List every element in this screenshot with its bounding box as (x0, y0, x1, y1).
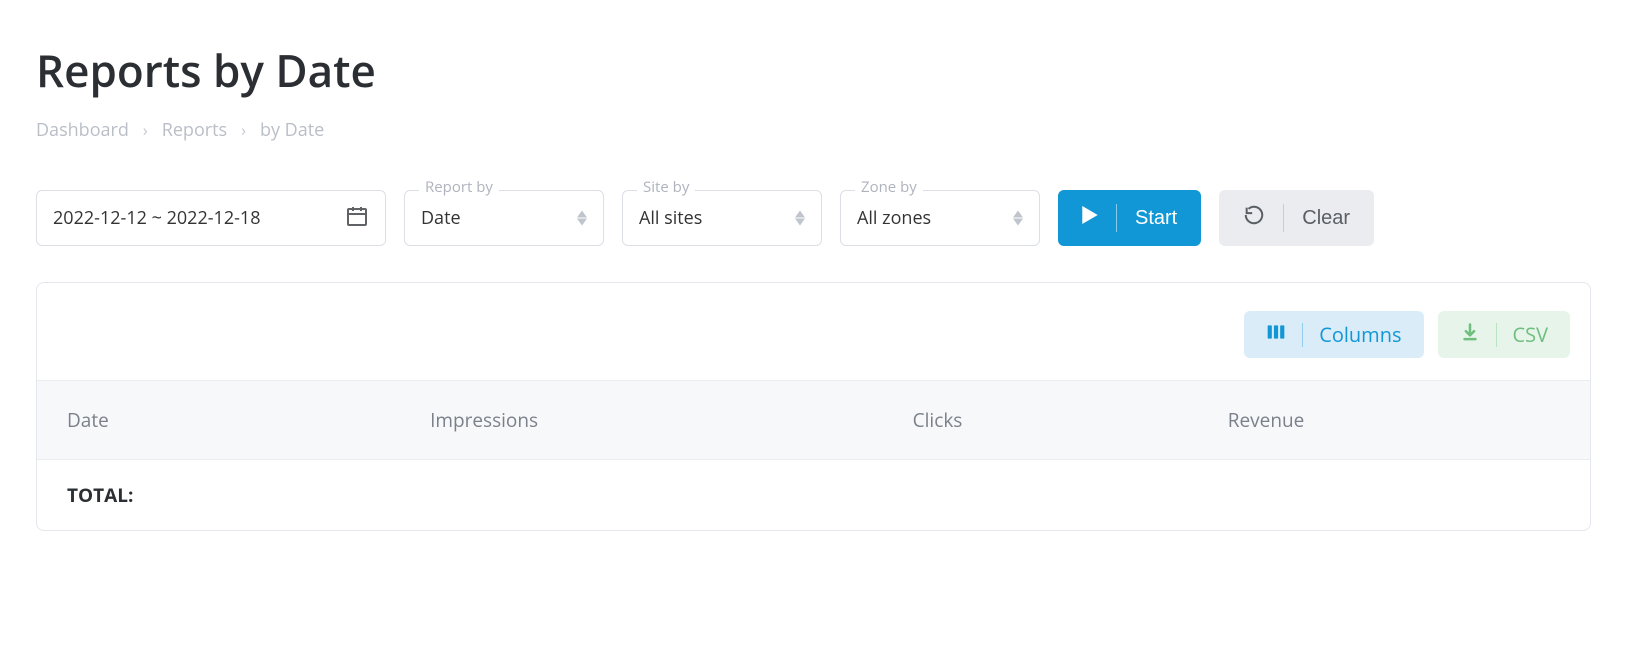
table-header-row: Date Impressions Clicks Revenue (37, 381, 1590, 460)
total-impressions (400, 460, 883, 531)
col-date[interactable]: Date (37, 381, 400, 460)
sort-arrows-icon (1013, 210, 1023, 226)
button-divider (1283, 204, 1284, 232)
site-by-label: Site by (637, 180, 695, 195)
pill-divider (1302, 323, 1303, 347)
col-revenue[interactable]: Revenue (1198, 381, 1590, 460)
date-range-value: 2022-12-12 ~ 2022-12-18 (53, 206, 345, 230)
csv-button[interactable]: CSV (1438, 311, 1571, 358)
calendar-icon (345, 204, 369, 233)
clear-button[interactable]: Clear (1219, 190, 1374, 246)
chevron-right-icon: › (241, 119, 246, 141)
clear-button-label: Clear (1302, 207, 1350, 230)
total-revenue (1198, 460, 1590, 531)
page-title: Reports by Date (36, 40, 1591, 100)
zone-by-value: All zones (857, 206, 1013, 230)
site-by-value: All sites (639, 206, 795, 230)
breadcrumb-current: by Date (260, 118, 324, 142)
breadcrumb-reports[interactable]: Reports (162, 118, 227, 142)
pill-divider (1496, 323, 1497, 347)
columns-button-label: Columns (1319, 321, 1401, 348)
total-clicks (883, 460, 1198, 531)
col-clicks[interactable]: Clicks (883, 381, 1198, 460)
refresh-icon (1243, 204, 1265, 232)
card-toolbar: Columns CSV (37, 283, 1590, 380)
col-impressions[interactable]: Impressions (400, 381, 883, 460)
breadcrumb: Dashboard › Reports › by Date (36, 118, 1591, 142)
start-button[interactable]: Start (1058, 190, 1201, 246)
columns-icon (1266, 321, 1286, 348)
button-divider (1116, 204, 1117, 232)
report-by-select[interactable]: Report by Date (404, 190, 604, 246)
zone-by-label: Zone by (855, 180, 923, 195)
total-label: TOTAL: (37, 460, 400, 531)
results-card: Columns CSV Date Impressions (36, 282, 1591, 531)
table-total-row: TOTAL: (37, 460, 1590, 531)
columns-button[interactable]: Columns (1244, 311, 1423, 358)
report-by-label: Report by (419, 180, 499, 195)
csv-button-label: CSV (1513, 321, 1549, 348)
breadcrumb-dashboard[interactable]: Dashboard (36, 118, 129, 142)
filter-row: 2022-12-12 ~ 2022-12-18 Report by Date S… (36, 190, 1591, 246)
chevron-right-icon: › (143, 119, 148, 141)
sort-arrows-icon (795, 210, 805, 226)
site-by-select[interactable]: Site by All sites (622, 190, 822, 246)
download-icon (1460, 321, 1480, 348)
date-range-picker[interactable]: 2022-12-12 ~ 2022-12-18 (36, 190, 386, 246)
results-table: Date Impressions Clicks Revenue TOTAL: (37, 380, 1590, 530)
play-icon (1082, 206, 1098, 230)
zone-by-select[interactable]: Zone by All zones (840, 190, 1040, 246)
report-by-value: Date (421, 206, 577, 230)
sort-arrows-icon (577, 210, 587, 226)
start-button-label: Start (1135, 207, 1177, 230)
